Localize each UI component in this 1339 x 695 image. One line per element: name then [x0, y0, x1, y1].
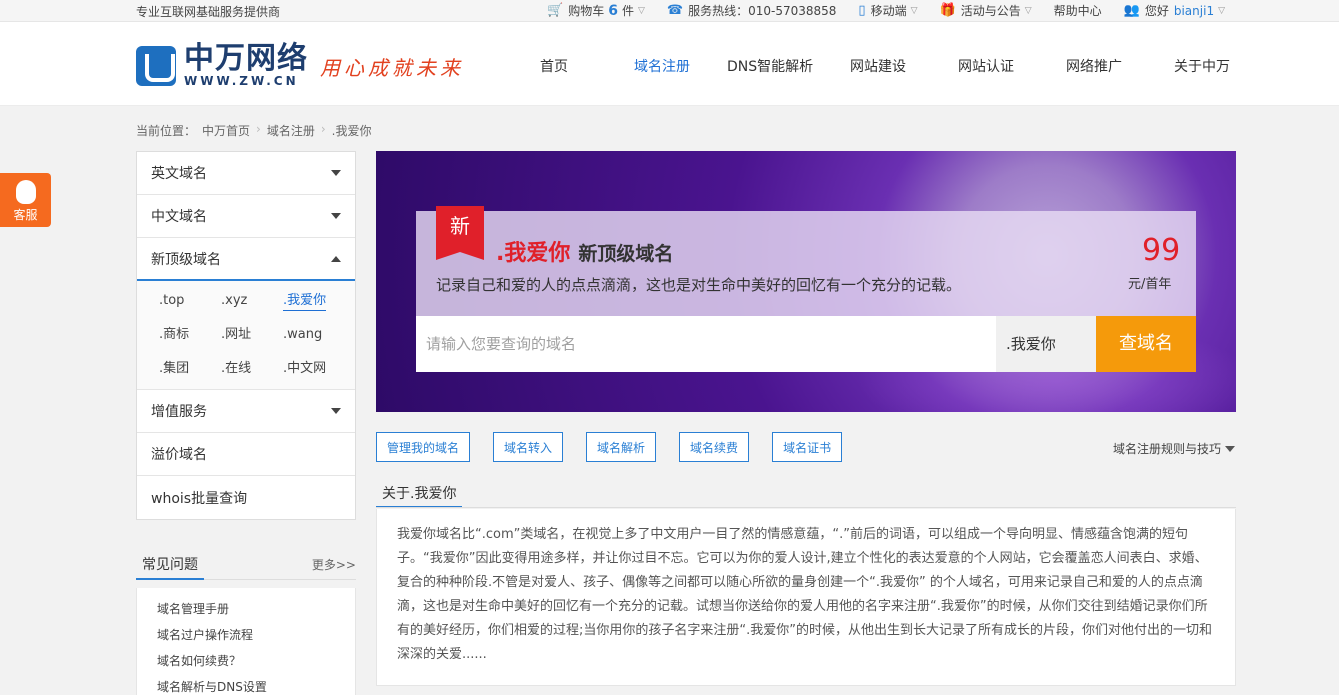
top-bar: 专业互联网基础服务提供商 🛒 购物车 6 件 ▽ ☎ 服务热线：010-5703… — [0, 0, 1339, 22]
gift-icon: 🎁 — [939, 3, 956, 18]
breadcrumb-domain[interactable]: 域名注册 — [267, 122, 315, 139]
faq-item[interactable]: 域名过户操作流程 — [157, 622, 355, 648]
header: 中万网络 WWW.ZW.CN 用心成就未来 首页 域名注册 DNS智能解析 网站… — [0, 22, 1339, 106]
user-menu[interactable]: 👥 您好 bianji1 ▽ — [1124, 2, 1225, 19]
domain-suffix-select[interactable]: .我爱你 — [996, 316, 1096, 372]
nav-website-build[interactable]: 网站建设 — [850, 56, 906, 76]
site-slogan: 专业互联网基础服务提供商 — [136, 5, 281, 19]
price: 99 — [1142, 233, 1181, 268]
chevron-right-icon: › — [320, 122, 326, 136]
faq-more-link[interactable]: 更多>> — [312, 556, 356, 573]
hero-banner: 新 .我爱你 新顶级域名 记录自己和爱的人的点点滴滴，这也是对生命中美好的回忆有… — [376, 151, 1236, 412]
sidebar: 英文域名 中文域名 新顶级域名 .top .xyz .我爱你 .商标 .网址 .… — [136, 151, 356, 520]
faq-item[interactable]: 域名如何续费？ — [157, 648, 355, 674]
phone-icon: ☎ — [666, 3, 684, 18]
cart-icon: 🛒 — [547, 3, 564, 18]
tab-about[interactable]: 关于.我爱你 — [376, 483, 463, 508]
sidebar-item-value-added[interactable]: 增值服务 — [137, 390, 355, 433]
nav-website-cert[interactable]: 网站认证 — [958, 56, 1014, 76]
caret-down-icon — [1225, 445, 1236, 452]
chevron-down-icon: ▽ — [1024, 5, 1032, 16]
caret-up-icon — [331, 255, 341, 262]
chevron-right-icon: › — [256, 122, 261, 136]
chevron-down-icon: ▽ — [637, 5, 645, 16]
help-link[interactable]: 帮助中心 — [1054, 2, 1102, 19]
qq-icon — [15, 180, 36, 204]
top-links: 🛒 购物车 6 件 ▽ ☎ 服务热线：010-57038858 ▯ 移动端 ▽ … — [525, 2, 1225, 19]
nav-about[interactable]: 关于中万 — [1174, 56, 1230, 76]
domain-dns-button[interactable]: 域名解析 — [586, 432, 657, 462]
search-domain-button[interactable]: 查域名 — [1096, 316, 1196, 372]
nav-promotion[interactable]: 网络推广 — [1066, 56, 1122, 76]
banner-kind: 新顶级域名 — [578, 243, 674, 265]
banner-title: .我爱你 新顶级域名 — [496, 235, 673, 267]
breadcrumb-current: .我爱你 — [331, 124, 372, 138]
logo-url: WWW.ZW.CN — [184, 74, 299, 88]
mobile-link[interactable]: ▯ 移动端 ▽ — [858, 2, 917, 19]
tld-list: .top .xyz .我爱你 .商标 .网址 .wang .集团 .在线 .中文… — [137, 281, 355, 390]
domain-certificate-button[interactable]: 域名证书 — [772, 432, 843, 462]
customer-service-button[interactable]: 客服 — [0, 173, 51, 227]
nav-dns[interactable]: DNS智能解析 — [727, 56, 813, 76]
sidebar-item-english-domain[interactable]: 英文域名 — [137, 152, 355, 195]
tld-link[interactable]: .网址 — [221, 327, 251, 342]
nav-home[interactable]: 首页 — [540, 56, 568, 76]
hotline: ☎ 服务热线：010-57038858 — [666, 3, 837, 18]
caret-down-icon — [331, 213, 341, 219]
tld-link[interactable]: .商标 — [159, 327, 189, 342]
username: bianji1 — [1173, 3, 1215, 18]
manage-domains-button[interactable]: 管理我的域名 — [376, 432, 471, 462]
rules-dropdown[interactable]: 域名注册规则与技巧 — [1113, 440, 1236, 457]
breadcrumb-home[interactable]: 中万首页 — [202, 122, 250, 139]
logo-name: 中万网络 — [184, 41, 308, 76]
logo[interactable]: 中万网络 WWW.ZW.CN 用心成就未来 — [136, 44, 464, 88]
tld-link[interactable]: .在线 — [221, 361, 251, 376]
domain-renew-button[interactable]: 域名续费 — [679, 432, 750, 462]
chevron-down-icon: ▽ — [1218, 5, 1225, 16]
banner-tld: .我爱你 — [496, 241, 571, 266]
tld-link[interactable]: .xyz — [221, 293, 247, 308]
logo-slogan: 用心成就未来 — [320, 55, 464, 80]
caret-down-icon — [331, 408, 341, 414]
domain-search-bar: .我爱你 查域名 — [416, 316, 1196, 372]
tld-link[interactable]: .集团 — [159, 361, 189, 376]
tld-link[interactable]: .中文网 — [283, 361, 326, 376]
logo-mark-icon — [136, 46, 176, 86]
banner-description: 记录自己和爱的人的点点滴滴，这也是对生命中美好的回忆有一个充分的记载。 — [436, 276, 962, 294]
sidebar-item-premium[interactable]: 溢价域名 — [137, 433, 355, 476]
faq-list: 域名管理手册 域名过户操作流程 域名如何续费？ 域名解析与DNS设置 — [136, 588, 356, 695]
tld-link[interactable]: .wang — [283, 327, 322, 342]
user-icon: 👥 — [1123, 3, 1140, 18]
cart-link[interactable]: 🛒 购物车 6 件 ▽ — [547, 2, 645, 19]
tld-link[interactable]: .top — [159, 293, 184, 308]
domain-actions: 管理我的域名 域名转入 域名解析 域名续费 域名证书 — [376, 432, 843, 462]
sidebar-item-new-gtld[interactable]: 新顶级域名 — [137, 238, 355, 281]
faq-title: 常见问题 — [136, 554, 204, 580]
price-unit: 元/首年 — [1128, 277, 1172, 292]
new-badge: 新 — [436, 206, 484, 260]
tld-link-active[interactable]: .我爱你 — [283, 291, 327, 311]
chevron-down-icon: ▽ — [910, 5, 918, 16]
domain-transfer-button[interactable]: 域名转入 — [493, 432, 564, 462]
nav-domain-register[interactable]: 域名注册 — [634, 56, 690, 76]
cart-count: 6 — [608, 2, 618, 19]
about-content: 我爱你域名比“.com”类域名，在视觉上多了中文用户一目了然的情感意蕴，“.”前… — [376, 509, 1236, 686]
domain-search-input[interactable] — [416, 316, 996, 372]
mobile-icon: ▯ — [858, 3, 866, 18]
sidebar-item-chinese-domain[interactable]: 中文域名 — [137, 195, 355, 238]
activity-link[interactable]: 🎁 活动与公告 ▽ — [940, 2, 1032, 19]
faq-item[interactable]: 域名解析与DNS设置 — [157, 674, 355, 695]
breadcrumb: 当前位置： 中万首页 › 域名注册 › .我爱你 — [136, 122, 372, 139]
faq-item[interactable]: 域名管理手册 — [157, 596, 355, 622]
faq-section: 常见问题 更多>> 域名管理手册 域名过户操作流程 域名如何续费？ 域名解析与D… — [136, 548, 356, 695]
caret-down-icon — [331, 170, 341, 176]
sidebar-item-whois[interactable]: whois批量查询 — [137, 476, 355, 519]
